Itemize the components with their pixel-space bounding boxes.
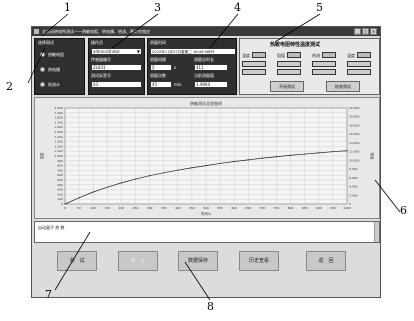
callout-3: 3 (154, 1, 161, 14)
callout-4: 4 (234, 1, 241, 14)
callout-8: 8 (207, 300, 214, 313)
callout-1: 1 (64, 1, 71, 14)
callout-5: 5 (316, 1, 323, 14)
callout-7: 7 (45, 288, 52, 301)
callout-2: 2 (6, 80, 13, 93)
callout-lines (27, 13, 401, 301)
callout-6: 6 (400, 204, 407, 217)
